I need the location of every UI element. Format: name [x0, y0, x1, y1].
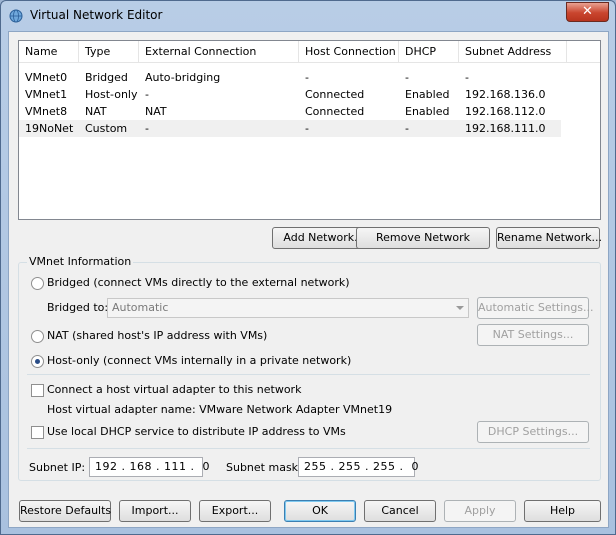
cell-name: VMnet0: [25, 71, 68, 84]
nat-radio[interactable]: [31, 330, 44, 343]
rename-network-button[interactable]: Rename Network...: [496, 227, 602, 249]
cell-dhcp: Enabled: [405, 105, 450, 118]
divider: [27, 448, 590, 449]
bridged-to-value: Automatic: [112, 301, 169, 314]
cell-external-connection: Auto-bridging: [145, 71, 221, 84]
cancel-button[interactable]: Cancel: [364, 500, 436, 522]
ok-button[interactable]: OK: [284, 500, 356, 522]
cell-type: Custom: [85, 122, 128, 135]
cell-host-connection: Connected: [305, 105, 365, 118]
table-row[interactable]: VMnet0 Bridged Auto-bridging - - -: [19, 69, 561, 86]
cell-name: VMnet1: [25, 88, 68, 101]
subnet-ip-input[interactable]: 192 . 168 . 111 . 0: [89, 457, 209, 477]
dhcp-label[interactable]: Use local DHCP service to distribute IP …: [47, 425, 346, 439]
bridged-to-select[interactable]: Automatic: [107, 298, 469, 318]
chevron-down-icon: [456, 306, 464, 310]
cell-subnet-address: 192.168.112.0: [465, 105, 546, 118]
import-button[interactable]: Import...: [119, 500, 191, 522]
bridged-to-label: Bridged to:: [47, 301, 109, 314]
divider: [27, 374, 590, 375]
subnet-mask-label: Subnet mask:: [226, 461, 302, 474]
restore-defaults-button[interactable]: Restore Defaults: [19, 500, 111, 522]
subnet-ip-label: Subnet IP:: [29, 461, 86, 474]
cell-type: Bridged: [85, 71, 128, 84]
vmnet-information-group: VMnet Information Bridged (connect VMs d…: [18, 255, 601, 481]
network-table[interactable]: Name Type External Connection Host Conne…: [18, 40, 601, 220]
cell-type: NAT: [85, 105, 107, 118]
cell-dhcp: -: [405, 71, 409, 84]
dhcp-settings-button[interactable]: DHCP Settings...: [477, 421, 589, 443]
nat-label[interactable]: NAT (shared host's IP address with VMs): [47, 329, 267, 343]
cell-host-connection: -: [305, 122, 309, 135]
cell-type: Host-only: [85, 88, 138, 101]
cell-subnet-address: -: [465, 71, 469, 84]
network-globe-icon: [9, 9, 23, 23]
close-button[interactable]: ✕: [566, 2, 609, 22]
cell-host-connection: -: [305, 71, 309, 84]
cell-external-connection: -: [145, 122, 149, 135]
column-header-external-connection[interactable]: External Connection: [139, 41, 299, 63]
column-header-dhcp[interactable]: DHCP: [399, 41, 459, 63]
dialog-client-area: Name Type External Connection Host Conne…: [8, 31, 609, 528]
group-title: VMnet Information: [27, 255, 134, 268]
window-title: Virtual Network Editor: [30, 8, 163, 22]
bridged-label[interactable]: Bridged (connect VMs directly to the ext…: [47, 276, 350, 290]
title-bar[interactable]: Virtual Network Editor ✕: [1, 1, 615, 31]
host-only-label[interactable]: Host-only (connect VMs internally in a p…: [47, 354, 351, 368]
connect-adapter-label[interactable]: Connect a host virtual adapter to this n…: [47, 383, 301, 397]
cell-dhcp: Enabled: [405, 88, 450, 101]
remove-network-button[interactable]: Remove Network: [356, 227, 490, 249]
column-header-type[interactable]: Type: [79, 41, 139, 63]
cell-name: VMnet8: [25, 105, 68, 118]
cell-subnet-address: 192.168.111.0: [465, 122, 546, 135]
dhcp-checkbox[interactable]: [31, 426, 44, 439]
connect-adapter-checkbox[interactable]: [31, 384, 44, 397]
table-header: Name Type External Connection Host Conne…: [19, 41, 600, 63]
cell-external-connection: NAT: [145, 105, 167, 118]
apply-button[interactable]: Apply: [444, 500, 516, 522]
cell-subnet-address: 192.168.136.0: [465, 88, 546, 101]
column-header-subnet-address[interactable]: Subnet Address: [459, 41, 567, 63]
host-only-radio[interactable]: [31, 355, 44, 368]
nat-settings-button[interactable]: NAT Settings...: [477, 324, 589, 346]
cell-name: 19NoNet: [25, 122, 74, 135]
column-header-host-connection[interactable]: Host Connection: [299, 41, 399, 63]
adapter-name-text: Host virtual adapter name: VMware Networ…: [47, 403, 393, 416]
cell-dhcp: -: [405, 122, 409, 135]
subnet-mask-input[interactable]: 255 . 255 . 255 . 0: [298, 457, 418, 477]
automatic-settings-button[interactable]: Automatic Settings...: [477, 297, 594, 319]
virtual-network-editor-window: Virtual Network Editor ✕ Name Type Exter…: [0, 0, 616, 535]
column-header-name[interactable]: Name: [19, 41, 79, 63]
export-button[interactable]: Export...: [199, 500, 271, 522]
cell-external-connection: -: [145, 88, 149, 101]
table-row-selected[interactable]: 19NoNet Custom - - - 192.168.111.0: [19, 120, 561, 137]
help-button[interactable]: Help: [524, 500, 601, 522]
table-row[interactable]: VMnet8 NAT NAT Connected Enabled 192.168…: [19, 103, 561, 120]
cell-host-connection: Connected: [305, 88, 365, 101]
table-row[interactable]: VMnet1 Host-only - Connected Enabled 192…: [19, 86, 561, 103]
bridged-radio[interactable]: [31, 277, 44, 290]
